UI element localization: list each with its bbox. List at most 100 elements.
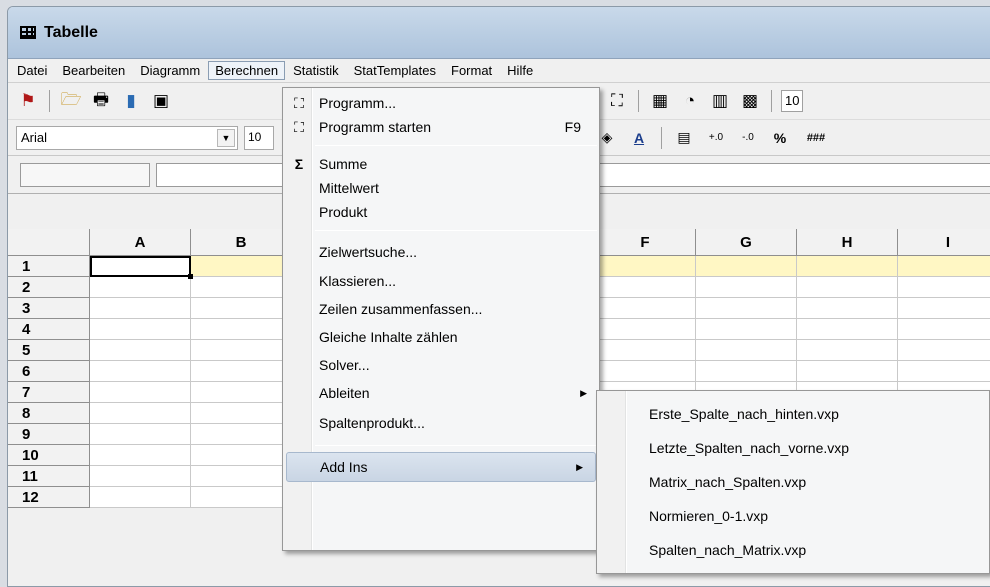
grid-cell[interactable] [90, 277, 191, 298]
grid-cell[interactable] [595, 256, 696, 277]
menu-bearbeiten[interactable]: Bearbeiten [55, 61, 132, 80]
grid-cell[interactable] [696, 277, 797, 298]
chevron-down-icon[interactable]: ▼ [217, 128, 235, 147]
grid-cell[interactable] [898, 361, 990, 382]
menu-item-programm-starten[interactable]: ⛶ Programm starten F9 [283, 115, 599, 139]
grid-cell[interactable] [595, 340, 696, 361]
menu-hilfe[interactable]: Hilfe [500, 61, 540, 80]
grid-cell[interactable] [90, 298, 191, 319]
flag-icon[interactable]: ⚑ [16, 91, 40, 111]
menu-item-solver[interactable]: Solver... [283, 351, 599, 379]
print-icon[interactable]: 🖶 [89, 87, 113, 116]
row-header[interactable]: 8 [8, 403, 90, 424]
menu-stattemplates[interactable]: StatTemplates [347, 61, 443, 80]
row-header[interactable]: 3 [8, 298, 90, 319]
grid-cell[interactable] [191, 487, 292, 508]
menu-item-add-ins[interactable]: Add Ins ▶ [286, 452, 596, 482]
grid-cell[interactable] [191, 298, 292, 319]
grid-cell[interactable] [191, 445, 292, 466]
grid-cell[interactable] [898, 256, 990, 277]
menu-datei[interactable]: Datei [10, 61, 54, 80]
grid-cell[interactable] [191, 319, 292, 340]
grid-cell[interactable] [797, 361, 898, 382]
menu-item-mittelwert[interactable]: Mittelwert [283, 176, 599, 200]
calculator-icon[interactable]: ▦ [648, 91, 672, 111]
grid-cell[interactable] [797, 319, 898, 340]
increase-decimal-icon[interactable]: +.0 [703, 132, 729, 143]
row-header[interactable]: 12 [8, 487, 90, 508]
grid-cell[interactable] [797, 277, 898, 298]
grid-cell[interactable] [595, 277, 696, 298]
menu-format[interactable]: Format [444, 61, 499, 80]
submenu-item[interactable]: Erste_Spalte_nach_hinten.vxp [597, 397, 989, 431]
camera-icon[interactable]: ▣ [149, 91, 173, 111]
menu-item-zielwertsuche[interactable]: Zielwertsuche... [283, 237, 599, 267]
row-header[interactable]: 6 [8, 361, 90, 382]
zoom-field[interactable]: 10 [781, 90, 804, 112]
font-size-select[interactable]: 10 [244, 125, 274, 150]
column-header[interactable]: F [595, 229, 696, 256]
grid-cell[interactable] [90, 361, 191, 382]
grid-cell[interactable] [595, 361, 696, 382]
row-header[interactable]: 2 [8, 277, 90, 298]
font-select[interactable]: Arial ▼ [16, 125, 238, 150]
grid-cell[interactable] [90, 424, 191, 445]
column-header[interactable]: H [797, 229, 898, 256]
grid-cell[interactable] [191, 382, 292, 403]
column-header[interactable]: A [90, 229, 191, 256]
curve-icon[interactable]: ◔ [678, 91, 702, 111]
grid-cell[interactable] [90, 382, 191, 403]
grid-cell[interactable] [696, 298, 797, 319]
grid-cell[interactable] [191, 361, 292, 382]
grid-cell[interactable] [191, 424, 292, 445]
menu-item-spaltenprodukt[interactable]: Spaltenprodukt... [283, 407, 599, 439]
grid-cell[interactable] [797, 298, 898, 319]
row-header[interactable]: 1 [8, 256, 90, 277]
row-header[interactable]: 5 [8, 340, 90, 361]
menu-item-summe[interactable]: Σ Summe [283, 152, 599, 176]
grid-cell[interactable] [90, 340, 191, 361]
submenu-item[interactable]: Matrix_nach_Spalten.vxp [597, 465, 989, 499]
grid-cell[interactable] [696, 319, 797, 340]
row-header[interactable]: 9 [8, 424, 90, 445]
percent-format-icon[interactable]: % [767, 130, 793, 146]
grid-cell[interactable] [797, 256, 898, 277]
regression-chart-icon[interactable]: ▥ [708, 91, 732, 111]
menu-item-produkt[interactable]: Produkt [283, 200, 599, 224]
column-header[interactable]: B [191, 229, 292, 256]
grid-cell[interactable] [191, 466, 292, 487]
row-header[interactable]: 7 [8, 382, 90, 403]
menu-item-gleiche-inhalte-zaehlen[interactable]: Gleiche Inhalte zählen [283, 323, 599, 351]
grid-cell[interactable] [595, 298, 696, 319]
cell-reference-field[interactable] [20, 162, 150, 187]
menu-item-klassieren[interactable]: Klassieren... [283, 267, 599, 295]
grid-cell[interactable] [90, 487, 191, 508]
number-format-icon[interactable]: ### [799, 132, 833, 144]
grid-cell[interactable] [90, 403, 191, 424]
grid-cell[interactable] [797, 340, 898, 361]
submenu-item[interactable]: Spalten_nach_Matrix.vxp [597, 533, 989, 567]
grid-cell[interactable] [191, 403, 292, 424]
grid-cell[interactable] [191, 340, 292, 361]
open-folder-icon[interactable]: 🗁 [59, 87, 83, 116]
select-all-corner[interactable] [8, 229, 90, 256]
row-header[interactable]: 11 [8, 466, 90, 487]
histogram-icon[interactable]: ▩ [738, 91, 762, 111]
grid-cell[interactable] [898, 298, 990, 319]
program-run-icon[interactable]: ⛶ [605, 91, 629, 111]
column-header[interactable]: I [898, 229, 990, 256]
add-chart-icon[interactable]: ▮ [119, 91, 143, 111]
menu-berechnen[interactable]: Berechnen [208, 61, 286, 80]
grid-cell[interactable] [696, 361, 797, 382]
column-header[interactable]: G [696, 229, 797, 256]
comment-icon[interactable]: ▤ [671, 129, 697, 146]
decrease-decimal-icon[interactable]: -.0 [735, 132, 761, 143]
font-color-icon[interactable]: A [626, 130, 652, 146]
row-header[interactable]: 4 [8, 319, 90, 340]
grid-cell[interactable] [898, 340, 990, 361]
menu-item-ableiten[interactable]: Ableiten ▶ [283, 379, 599, 407]
menu-item-zeilen-zusammenfassen[interactable]: Zeilen zusammenfassen... [283, 295, 599, 323]
menu-item-programm[interactable]: ⛶ Programm... [283, 91, 599, 115]
grid-cell[interactable] [90, 445, 191, 466]
grid-cell[interactable] [90, 466, 191, 487]
